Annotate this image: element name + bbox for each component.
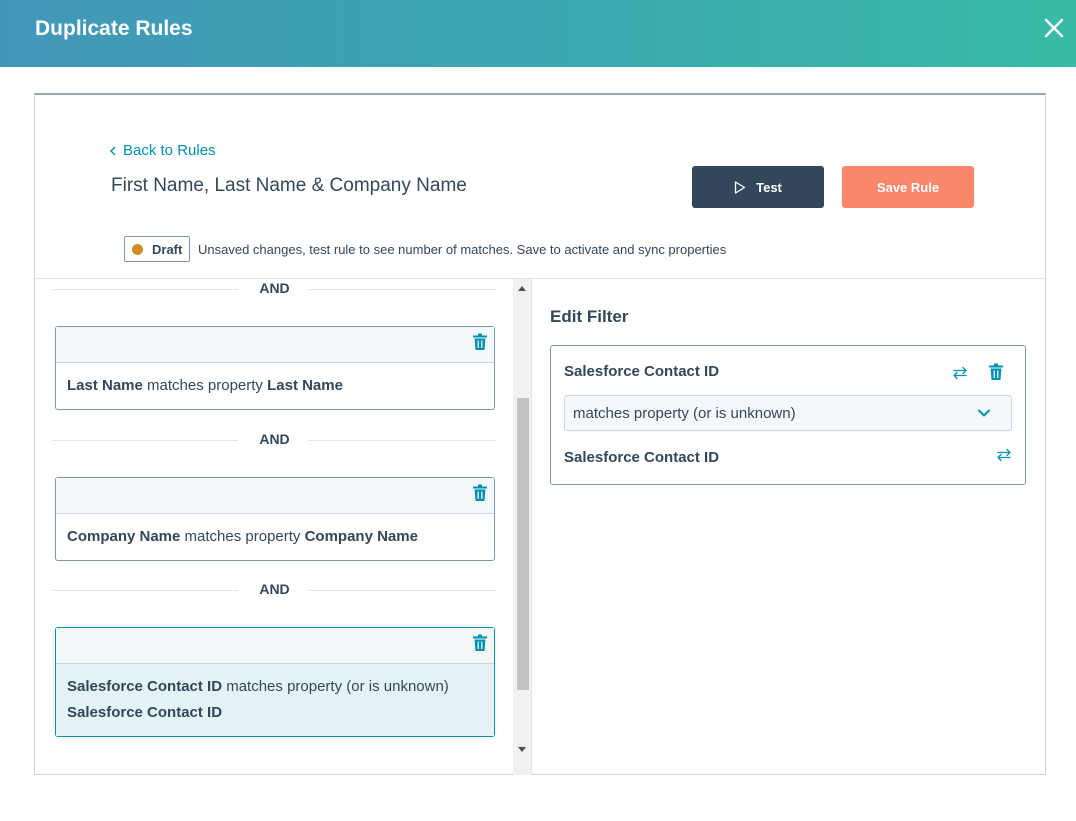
edit-filter-title: Edit Filter — [550, 307, 629, 326]
filter-target-property: Salesforce Contact ID — [67, 704, 223, 721]
status-badge: Draft — [124, 236, 191, 262]
status-message: Unsaved changes, test rule to see number… — [198, 242, 727, 257]
scrollbar-thumb[interactable] — [517, 398, 529, 690]
play-icon — [734, 180, 746, 194]
and-label: AND — [259, 581, 290, 597]
trash-icon[interactable] — [988, 363, 1004, 381]
filter-operator: matches property (or is unknown) — [222, 678, 449, 695]
and-label: AND — [259, 280, 290, 296]
swap-icon[interactable] — [951, 364, 969, 382]
filter-card-toolbar — [56, 327, 494, 363]
filter-card-text: Last Name matches property Last Name — [56, 363, 494, 409]
filter-card-salesforce-contact-id[interactable]: Salesforce Contact ID matches property (… — [55, 627, 495, 737]
operator-select-value: matches property (or is unknown) — [573, 404, 796, 422]
save-rule-label: Save Rule — [876, 179, 940, 195]
filter-card-toolbar — [56, 478, 494, 514]
and-separator: AND — [53, 430, 496, 450]
trash-icon[interactable] — [472, 333, 488, 351]
filter-operator: matches property — [142, 377, 268, 394]
test-button-label: Test — [756, 179, 782, 195]
draft-status-dot — [132, 243, 143, 255]
edit-filter-card: Salesforce Contact ID matches property (… — [550, 345, 1026, 485]
filter-card-company-name[interactable]: Company Name matches property Company Na… — [55, 477, 495, 561]
filter-card-last-name[interactable]: Last Name matches property Last Name — [55, 326, 495, 410]
scroll-down-arrow-icon[interactable] — [518, 747, 526, 752]
modal-header: Duplicate Rules — [0, 0, 1076, 67]
scroll-up-arrow-icon[interactable] — [518, 286, 526, 291]
source-property-label[interactable]: Salesforce Contact ID — [564, 363, 719, 380]
modal-title: Duplicate Rules — [35, 17, 193, 40]
filter-property: Last Name — [67, 377, 143, 394]
rule-editor-panel: Back to Rules First Name, Last Name & Co… — [34, 93, 1046, 775]
chevron-left-icon — [110, 146, 116, 155]
filter-card-text: Company Name matches property Company Na… — [56, 514, 494, 560]
test-button[interactable]: Test — [692, 166, 824, 208]
and-separator: AND — [53, 279, 496, 299]
back-to-rules-label: Back to Rules — [123, 142, 216, 159]
pane-divider — [531, 279, 532, 775]
target-property-label[interactable]: Salesforce Contact ID — [564, 449, 719, 466]
and-separator: AND — [53, 580, 496, 600]
save-rule-button[interactable]: Save Rule — [842, 166, 974, 208]
close-icon[interactable] — [1042, 16, 1066, 40]
filter-property: Salesforce Contact ID — [67, 678, 223, 695]
status-badge-label: Draft — [152, 241, 183, 257]
trash-icon[interactable] — [472, 484, 488, 502]
filter-list-scrollbar[interactable] — [513, 279, 531, 775]
and-label: AND — [259, 431, 290, 447]
back-to-rules-link[interactable]: Back to Rules — [109, 142, 216, 159]
filter-list[interactable]: AND Last Name matches property Last Name… — [35, 279, 513, 775]
rule-title: First Name, Last Name & Company Name — [111, 175, 467, 196]
filter-property: Company Name — [67, 528, 181, 545]
trash-icon[interactable] — [472, 634, 488, 652]
operator-select[interactable]: matches property (or is unknown) — [564, 395, 1012, 431]
chevron-down-icon — [978, 409, 990, 417]
filter-target-property: Company Name — [304, 528, 418, 545]
filter-card-toolbar — [56, 628, 494, 664]
filter-card-text: Salesforce Contact ID matches property (… — [56, 664, 494, 736]
filter-target-property: Last Name — [267, 377, 343, 394]
filter-operator: matches property — [180, 528, 305, 545]
swap-icon[interactable] — [995, 446, 1013, 464]
